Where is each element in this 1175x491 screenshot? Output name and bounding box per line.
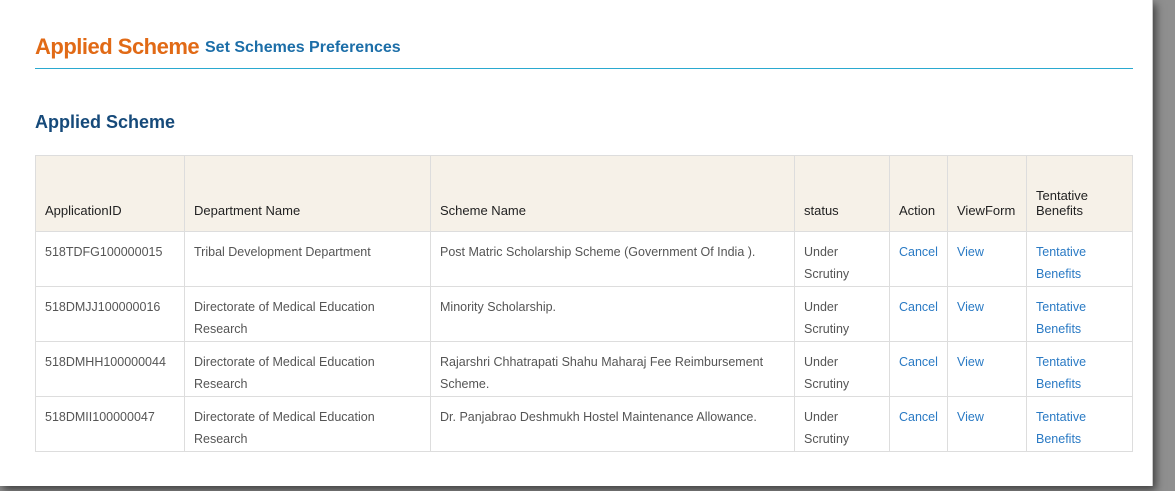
set-schemes-preferences-link[interactable]: Set Schemes Preferences <box>205 39 401 57</box>
col-application-id: ApplicationID <box>35 155 185 232</box>
department-name: Directorate of Medical Education Researc… <box>184 286 431 342</box>
tentative-benefits-link[interactable]: Tentative Benefits <box>1036 300 1086 336</box>
department-name: Directorate of Medical Education Researc… <box>184 396 431 452</box>
col-scheme-name: Scheme Name <box>430 155 795 232</box>
status: Under Scrutiny <box>794 286 890 342</box>
status: Under Scrutiny <box>794 396 890 452</box>
table-row: 518DMJJ100000016 Directorate of Medical … <box>35 286 1133 342</box>
tentative-benefits-link[interactable]: Tentative Benefits <box>1036 410 1086 446</box>
section-title: Applied Scheme <box>35 112 176 132</box>
application-id: 518DMHH100000044 <box>35 341 185 397</box>
scheme-name: Post Matric Scholarship Scheme (Governme… <box>430 231 795 287</box>
table-header-row: ApplicationID Department Name Scheme Nam… <box>35 155 1133 232</box>
view-form-link[interactable]: View <box>957 355 984 369</box>
department-name: Directorate of Medical Education Researc… <box>184 341 431 397</box>
cancel-link[interactable]: Cancel <box>899 410 938 424</box>
tentative-benefits-link[interactable]: Tentative Benefits <box>1036 355 1086 391</box>
table-row: 518DMII100000047 Directorate of Medical … <box>35 396 1133 452</box>
status: Under Scrutiny <box>794 231 890 287</box>
table-row: 518DMHH100000044 Directorate of Medical … <box>35 341 1133 397</box>
col-tentative-benefits: Tentative Benefits <box>1026 155 1133 232</box>
application-id: 518TDFG100000015 <box>35 231 185 287</box>
col-action: Action <box>889 155 948 232</box>
scheme-name: Minority Scholarship. <box>430 286 795 342</box>
view-form-link[interactable]: View <box>957 245 984 259</box>
scheme-name: Rajarshri Chhatrapati Shahu Maharaj Fee … <box>430 341 795 397</box>
cancel-link[interactable]: Cancel <box>899 300 938 314</box>
col-status: status <box>794 155 890 232</box>
applied-schemes-table: ApplicationID Department Name Scheme Nam… <box>35 155 1133 452</box>
col-department-name: Department Name <box>184 155 431 232</box>
cancel-link[interactable]: Cancel <box>899 245 938 259</box>
table-row: 518TDFG100000015 Tribal Development Depa… <box>35 231 1133 287</box>
col-viewform: ViewForm <box>947 155 1027 232</box>
cancel-link[interactable]: Cancel <box>899 355 938 369</box>
page-header: Applied Scheme Set Schemes Preferences <box>35 30 1133 69</box>
application-id: 518DMII100000047 <box>35 396 185 452</box>
scheme-name: Dr. Panjabrao Deshmukh Hostel Maintenanc… <box>430 396 795 452</box>
view-form-link[interactable]: View <box>957 410 984 424</box>
page-title: Applied Scheme <box>35 34 200 59</box>
application-id: 518DMJJ100000016 <box>35 286 185 342</box>
applied-scheme-panel: Applied Scheme Set Schemes Preferences A… <box>0 0 1153 486</box>
department-name: Tribal Development Department <box>184 231 431 287</box>
status: Under Scrutiny <box>794 341 890 397</box>
tentative-benefits-link[interactable]: Tentative Benefits <box>1036 245 1086 281</box>
view-form-link[interactable]: View <box>957 300 984 314</box>
